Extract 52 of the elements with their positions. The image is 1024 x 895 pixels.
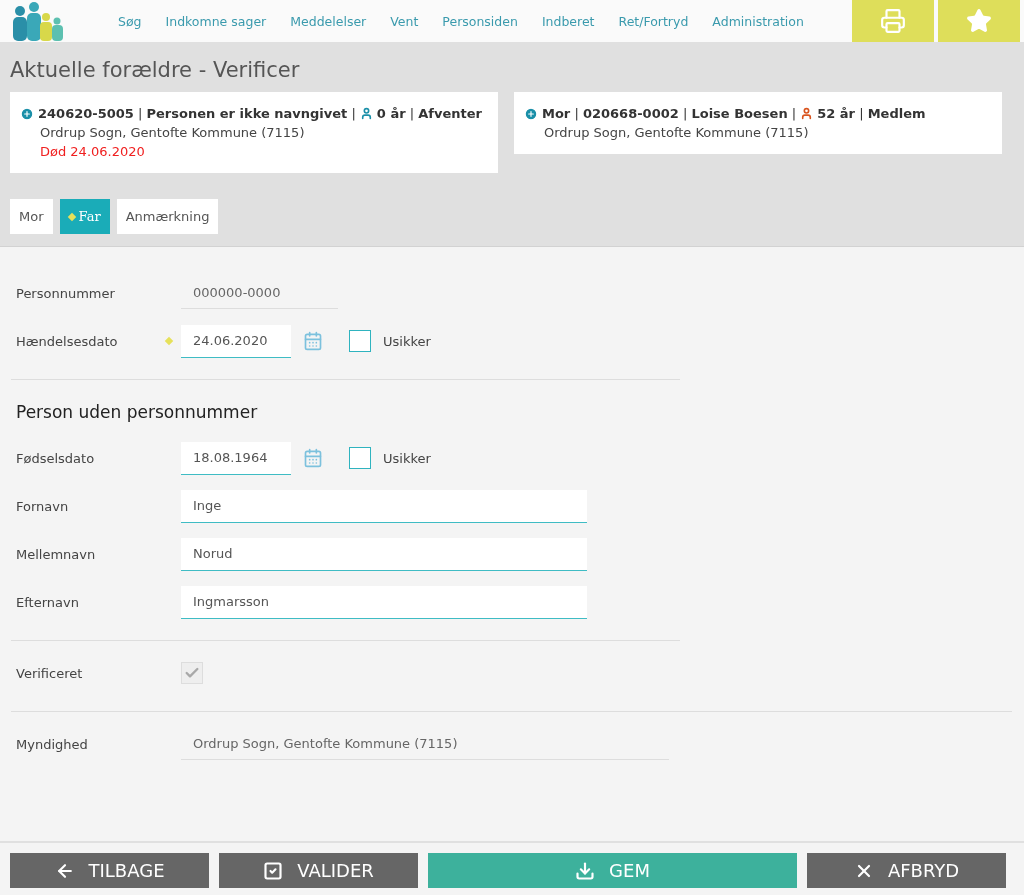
cancel-button[interactable]: AFBRYD — [807, 853, 1006, 888]
favorite-button[interactable] — [938, 0, 1020, 42]
section-heading: Person uden personnummer — [16, 402, 259, 422]
uncertain-checkbox[interactable] — [349, 447, 371, 469]
field-label: Fornavn — [16, 498, 70, 514]
uncertain-checkbox[interactable] — [349, 330, 371, 352]
readonly-field: 000000-0000 — [181, 277, 338, 309]
nav-link[interactable]: Ret/Fortryd — [606, 13, 701, 29]
death-date: Død 24.06.2020 — [40, 144, 146, 159]
page-title: Aktuelle forældre - Verificer — [10, 58, 301, 82]
checkbox-label: Usikker — [383, 333, 431, 349]
date-field[interactable]: 24.06.2020 — [181, 324, 291, 358]
calendar-icon[interactable] — [303, 448, 323, 468]
address-text: Ordrup Sogn, Gentofte Kommune (7115) — [544, 125, 810, 140]
input-field[interactable]: Inge — [181, 489, 587, 523]
date-field[interactable]: 18.08.1964 — [181, 441, 291, 475]
field-label: Personnummer — [16, 285, 116, 301]
family-logo-drawing — [10, 1, 66, 41]
nav-link[interactable]: Meddelelser — [278, 13, 379, 29]
calendar-icon[interactable] — [303, 331, 323, 351]
tab[interactable]: Mor — [10, 199, 53, 234]
nav-link[interactable]: Søg — [106, 13, 154, 29]
field-label: Hændelsesdato — [16, 333, 119, 349]
expand-icon[interactable] — [20, 106, 34, 121]
field-label: Verificeret — [16, 665, 84, 681]
person-status: 0 år | Afventer — [376, 106, 482, 121]
address-text: Ordrup Sogn, Gentofte Kommune (7115) — [40, 125, 306, 140]
back-button[interactable]: TILBAGE — [10, 853, 209, 888]
field-label: Mellemnavn — [16, 546, 97, 562]
nav-link[interactable]: Indberet — [529, 13, 607, 29]
field-label: Fødselsdato — [16, 450, 96, 466]
nav-link[interactable]: Vent — [378, 13, 431, 29]
input-field[interactable]: Ingmarsson — [181, 585, 587, 619]
checkbox-label: Usikker — [383, 450, 431, 466]
input-field[interactable]: Norud — [181, 537, 587, 571]
nav-link[interactable]: Personsiden — [430, 13, 530, 29]
expand-icon[interactable] — [524, 106, 538, 121]
field-label: Myndighed — [16, 736, 89, 752]
person-summary: Mor | 020668-0002 | Loise Boesen | — [542, 106, 797, 121]
printer-icon — [880, 8, 906, 34]
star-icon — [966, 8, 992, 34]
validate-button[interactable]: VALIDER — [219, 853, 418, 888]
download-icon — [575, 860, 596, 881]
person-summary: 240620-5005 | Personen er ikke navngivet | — [38, 106, 356, 121]
person-status: 52 år | Medlem — [817, 106, 926, 121]
readonly-field: Ordrup Sogn, Gentofte Kommune (7115) — [181, 728, 669, 760]
checkbox-icon — [263, 860, 284, 881]
nav-link[interactable]: Indkomne sager — [153, 13, 279, 29]
tab[interactable]: Anmærkning — [116, 199, 219, 234]
field-label: Efternavn — [16, 594, 80, 610]
print-button[interactable] — [852, 0, 934, 42]
nav-link[interactable]: Administration — [700, 13, 816, 29]
